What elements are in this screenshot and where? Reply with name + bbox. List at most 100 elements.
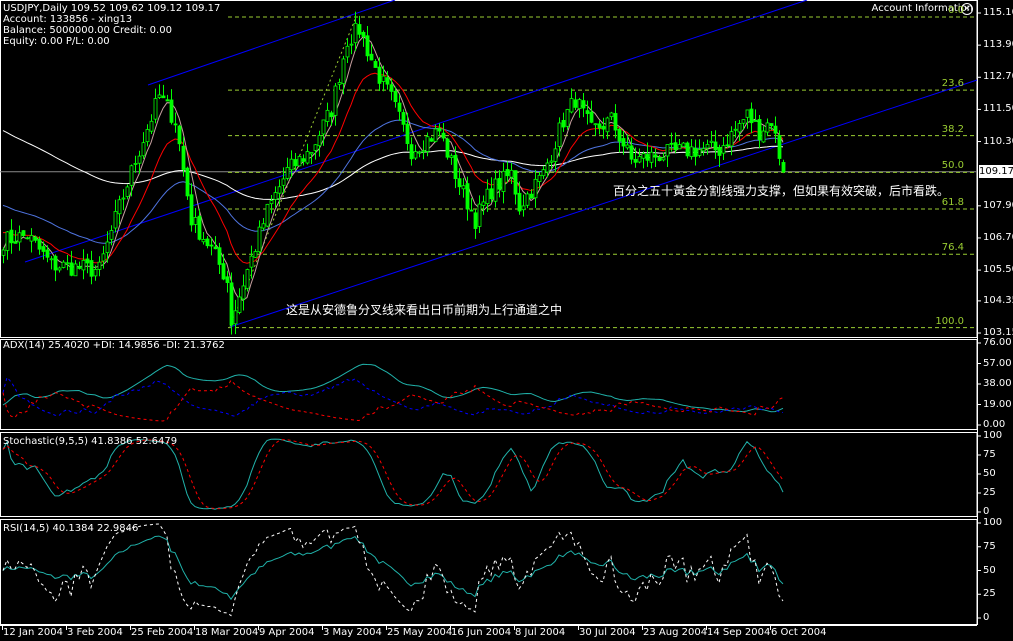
ma-fast-line (2, 36, 784, 301)
rsi-axis-label: 0 (983, 612, 990, 623)
candle-body (381, 75, 386, 82)
adx-axis-label: 0.00 (983, 419, 1006, 430)
candle-body (25, 237, 30, 240)
candle-body (405, 123, 410, 145)
candle-body (701, 148, 706, 152)
candle-body (685, 142, 690, 157)
candle-body (253, 251, 258, 258)
candle-body (37, 238, 42, 250)
candle-body (305, 151, 310, 164)
adx-axis-label: 19.00 (983, 398, 1012, 410)
candle-body (401, 112, 406, 125)
candle-body (297, 155, 302, 167)
candle-body (169, 99, 174, 123)
candle-body (757, 119, 762, 141)
channel-annotation: 这是从安德鲁分叉线来看出日币前期为上行通道之中 (286, 303, 563, 317)
candle-body (5, 231, 10, 251)
stochastic-axis-label: 75 (983, 449, 996, 460)
candle-body (453, 154, 458, 180)
date-axis-label: 9 Apr 2004 (259, 627, 315, 638)
price-axis-label: 105.50 (983, 264, 1013, 276)
panel-frame (0, 519, 978, 625)
candle-body (597, 123, 602, 129)
candle-body (725, 144, 730, 147)
candle-body (217, 247, 222, 265)
candle-body (441, 132, 446, 139)
candle-body (365, 35, 370, 57)
fib50-annotation: 百分之五十黃金分割线强力支撑，但如果有效突破，后市看跌。 (613, 184, 950, 198)
candle-body (389, 84, 394, 92)
candle-body (97, 261, 102, 270)
candle-body (525, 193, 530, 206)
candle-body (9, 229, 14, 244)
date-axis-label: 3 May 2004 (323, 627, 382, 638)
candle-body (209, 244, 214, 247)
candle-body (353, 22, 358, 44)
candle-body (553, 148, 558, 162)
candle-body (117, 199, 122, 215)
price-axis-label: 106.70 (983, 231, 1013, 243)
candle-body (601, 125, 606, 130)
candle-body (289, 158, 294, 171)
date-axis-label: 30 Jul 2004 (579, 627, 636, 638)
candle-body (269, 200, 274, 205)
candle-body (561, 120, 566, 128)
stochastic-label: Stochastic(9,5,5) 41.8386 52.6479 (3, 436, 178, 447)
stochastic-main-line (2, 438, 784, 510)
candle-body (233, 310, 238, 325)
candle-body (469, 209, 474, 212)
candle-body (273, 192, 278, 200)
candle-body (641, 153, 646, 159)
candle-body (41, 246, 46, 252)
candle-body (165, 99, 170, 102)
candle-body (325, 109, 330, 122)
price-axis-label: 111.50 (983, 103, 1013, 115)
candle-body (577, 99, 582, 109)
candle-body (49, 258, 54, 261)
price-axis-label: 107.90 (983, 199, 1013, 211)
candle-body (681, 142, 686, 148)
candle-body (765, 122, 770, 133)
candle-body (81, 259, 86, 271)
candle-body (333, 85, 338, 116)
candle-body (409, 144, 414, 160)
candle-body (581, 100, 586, 109)
candle-body (697, 149, 702, 156)
candle-body (285, 167, 290, 179)
rsi-axis-label: 50 (983, 564, 996, 576)
candle-body (137, 155, 142, 164)
candle-body (593, 123, 598, 126)
price-axis-label: 110.30 (983, 135, 1013, 147)
candle-body (721, 145, 726, 154)
candle-body (473, 212, 478, 229)
candle-body (13, 241, 18, 244)
candle-body (113, 211, 118, 229)
candle-body (465, 183, 470, 210)
date-axis-label: 25 Feb 2004 (131, 627, 194, 638)
fib-level-label: 100.0 (935, 315, 964, 327)
candle-body (633, 158, 638, 163)
candle-body (489, 188, 494, 200)
candle-body (65, 262, 70, 265)
candle-body (497, 178, 502, 190)
candle-body (61, 261, 66, 268)
candle-body (753, 120, 758, 122)
candle-body (357, 24, 362, 35)
candle-body (493, 178, 498, 202)
candle-body (425, 136, 430, 152)
candle-body (45, 249, 50, 258)
candle-body (517, 192, 522, 212)
candle-body (53, 255, 58, 271)
candle-body (221, 263, 226, 280)
candle-body (77, 266, 82, 269)
candle-body (153, 98, 158, 120)
candle-body (437, 127, 442, 132)
candle-body (301, 158, 306, 162)
candle-body (693, 147, 698, 157)
candle-body (369, 53, 374, 61)
candle-body (337, 82, 342, 85)
candle-body (649, 151, 654, 163)
panel-frame (0, 339, 978, 430)
stochastic-axis-label: 50 (983, 468, 996, 479)
candle-body (653, 154, 658, 158)
